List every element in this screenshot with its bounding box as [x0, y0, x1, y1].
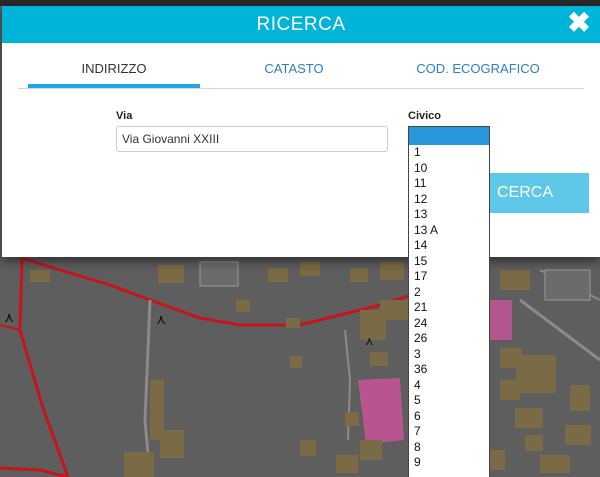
svg-text:⋏: ⋏: [4, 310, 14, 326]
dialog-header: RICERCA ✖: [2, 6, 600, 43]
search-button-label: CERCA: [497, 184, 554, 201]
search-tabs: INDIRIZZO CATASTO COD. ECOGRAFICO: [18, 58, 584, 89]
civico-option[interactable]: 13: [409, 207, 489, 223]
civico-option[interactable]: 15: [409, 254, 489, 270]
dialog-title: RICERCA: [256, 14, 346, 35]
tab-indirizzo[interactable]: INDIRIZZO: [28, 58, 200, 88]
civico-option[interactable]: 9: [409, 455, 489, 471]
civico-option[interactable]: 14: [409, 238, 489, 254]
civico-option[interactable]: 3: [409, 347, 489, 363]
civico-option[interactable]: 5: [409, 393, 489, 409]
civico-option[interactable]: 36: [409, 362, 489, 378]
tab-catasto[interactable]: CATASTO: [224, 58, 364, 88]
civico-option[interactable]: 10: [409, 161, 489, 177]
via-input[interactable]: Via Giovanni XXIII: [116, 126, 388, 152]
civico-option[interactable]: 21: [409, 300, 489, 316]
civico-option[interactable]: 24: [409, 316, 489, 332]
civico-option[interactable]: 26: [409, 331, 489, 347]
civico-option[interactable]: 17: [409, 269, 489, 285]
civico-option[interactable]: [409, 127, 489, 145]
civico-option[interactable]: 4: [409, 378, 489, 394]
svg-text:⋏: ⋏: [156, 312, 166, 328]
civico-option[interactable]: 7: [409, 424, 489, 440]
civico-option[interactable]: 1: [409, 145, 489, 161]
civico-label: Civico: [408, 110, 442, 122]
civico-dropdown-list[interactable]: 1 10 11 12 13 13 A 14 15 17 2 21 24 26 3 36 4 5 6 7 8 9: [408, 126, 490, 477]
civico-option[interactable]: 8: [409, 440, 489, 456]
close-icon: ✖: [567, 7, 591, 38]
civico-option[interactable]: 6: [409, 409, 489, 425]
search-button[interactable]: CERCA: [482, 173, 589, 213]
svg-text:⋏: ⋏: [365, 334, 374, 348]
tab-cod-ecografico[interactable]: COD. ECOGRAFICO: [398, 58, 558, 88]
via-label: Via: [116, 110, 133, 122]
close-button[interactable]: ✖: [564, 8, 594, 38]
civico-option[interactable]: 2: [409, 285, 489, 301]
civico-option[interactable]: 11: [409, 176, 489, 192]
civico-option[interactable]: 12: [409, 192, 489, 208]
civico-option[interactable]: 13 A: [409, 223, 489, 239]
